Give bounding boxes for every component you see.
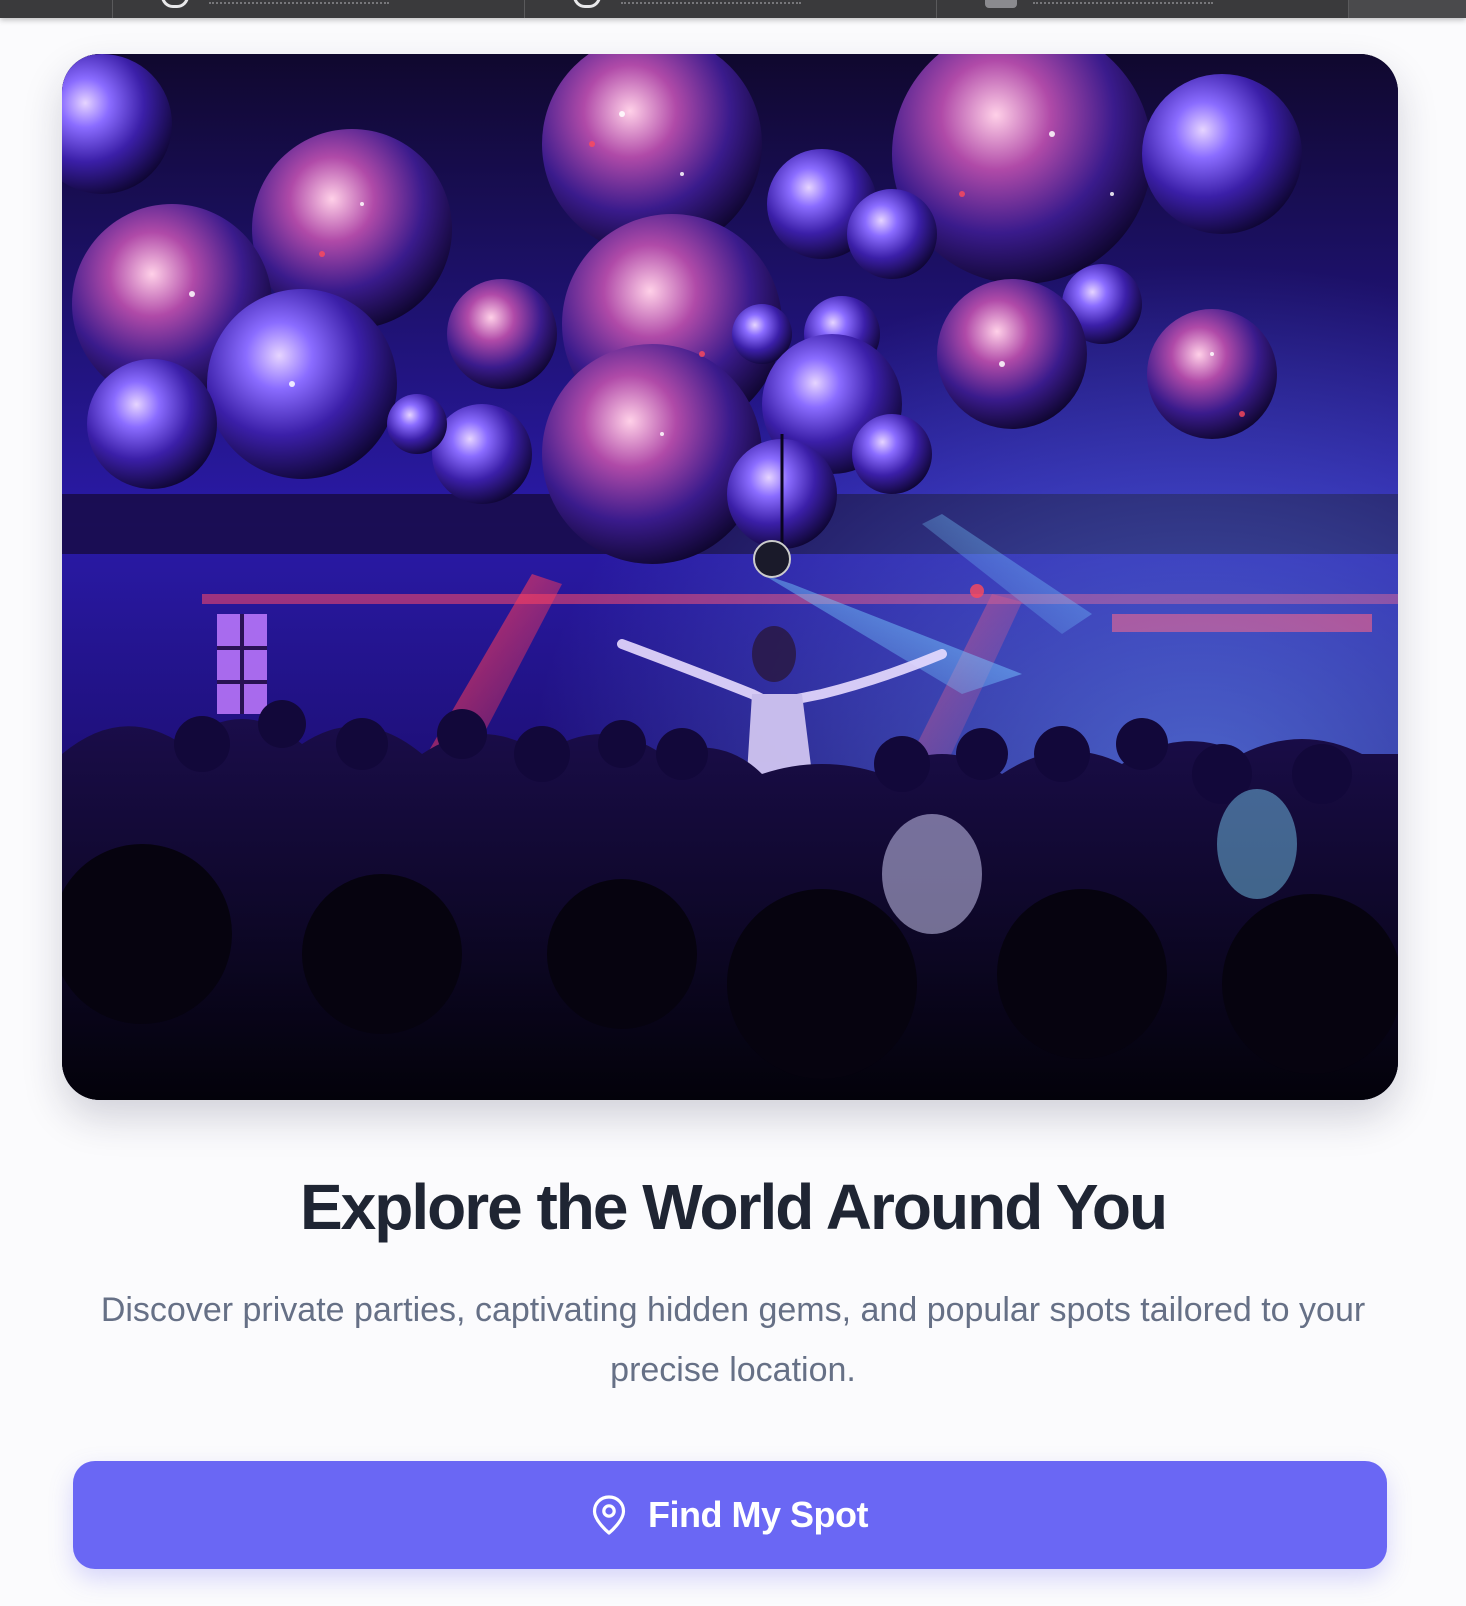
hero-image (62, 54, 1398, 1100)
find-my-spot-button[interactable]: Find My Spot (73, 1461, 1387, 1569)
browser-tab[interactable] (1349, 0, 1466, 18)
crowd (62, 700, 1398, 1100)
tab-title (209, 2, 389, 8)
page-title: Explore the World Around You (299, 1171, 1168, 1243)
map-pin-icon (592, 1495, 626, 1535)
page-subtitle: Discover private parties, captivating hi… (100, 1291, 1366, 1389)
tab-favicon-icon (161, 0, 189, 8)
tab-title (1033, 2, 1213, 8)
browser-tab[interactable] (113, 0, 525, 18)
tab-favicon-icon (985, 0, 1017, 8)
browser-tab[interactable] (0, 0, 113, 18)
tab-title (621, 2, 801, 8)
browser-tab[interactable] (937, 0, 1349, 18)
nightclub-illustration (62, 54, 1398, 1100)
tab-favicon-icon (573, 0, 601, 8)
find-my-spot-label: Find My Spot (648, 1494, 868, 1535)
browser-tab-strip (0, 0, 1466, 18)
browser-tab[interactable] (525, 0, 937, 18)
